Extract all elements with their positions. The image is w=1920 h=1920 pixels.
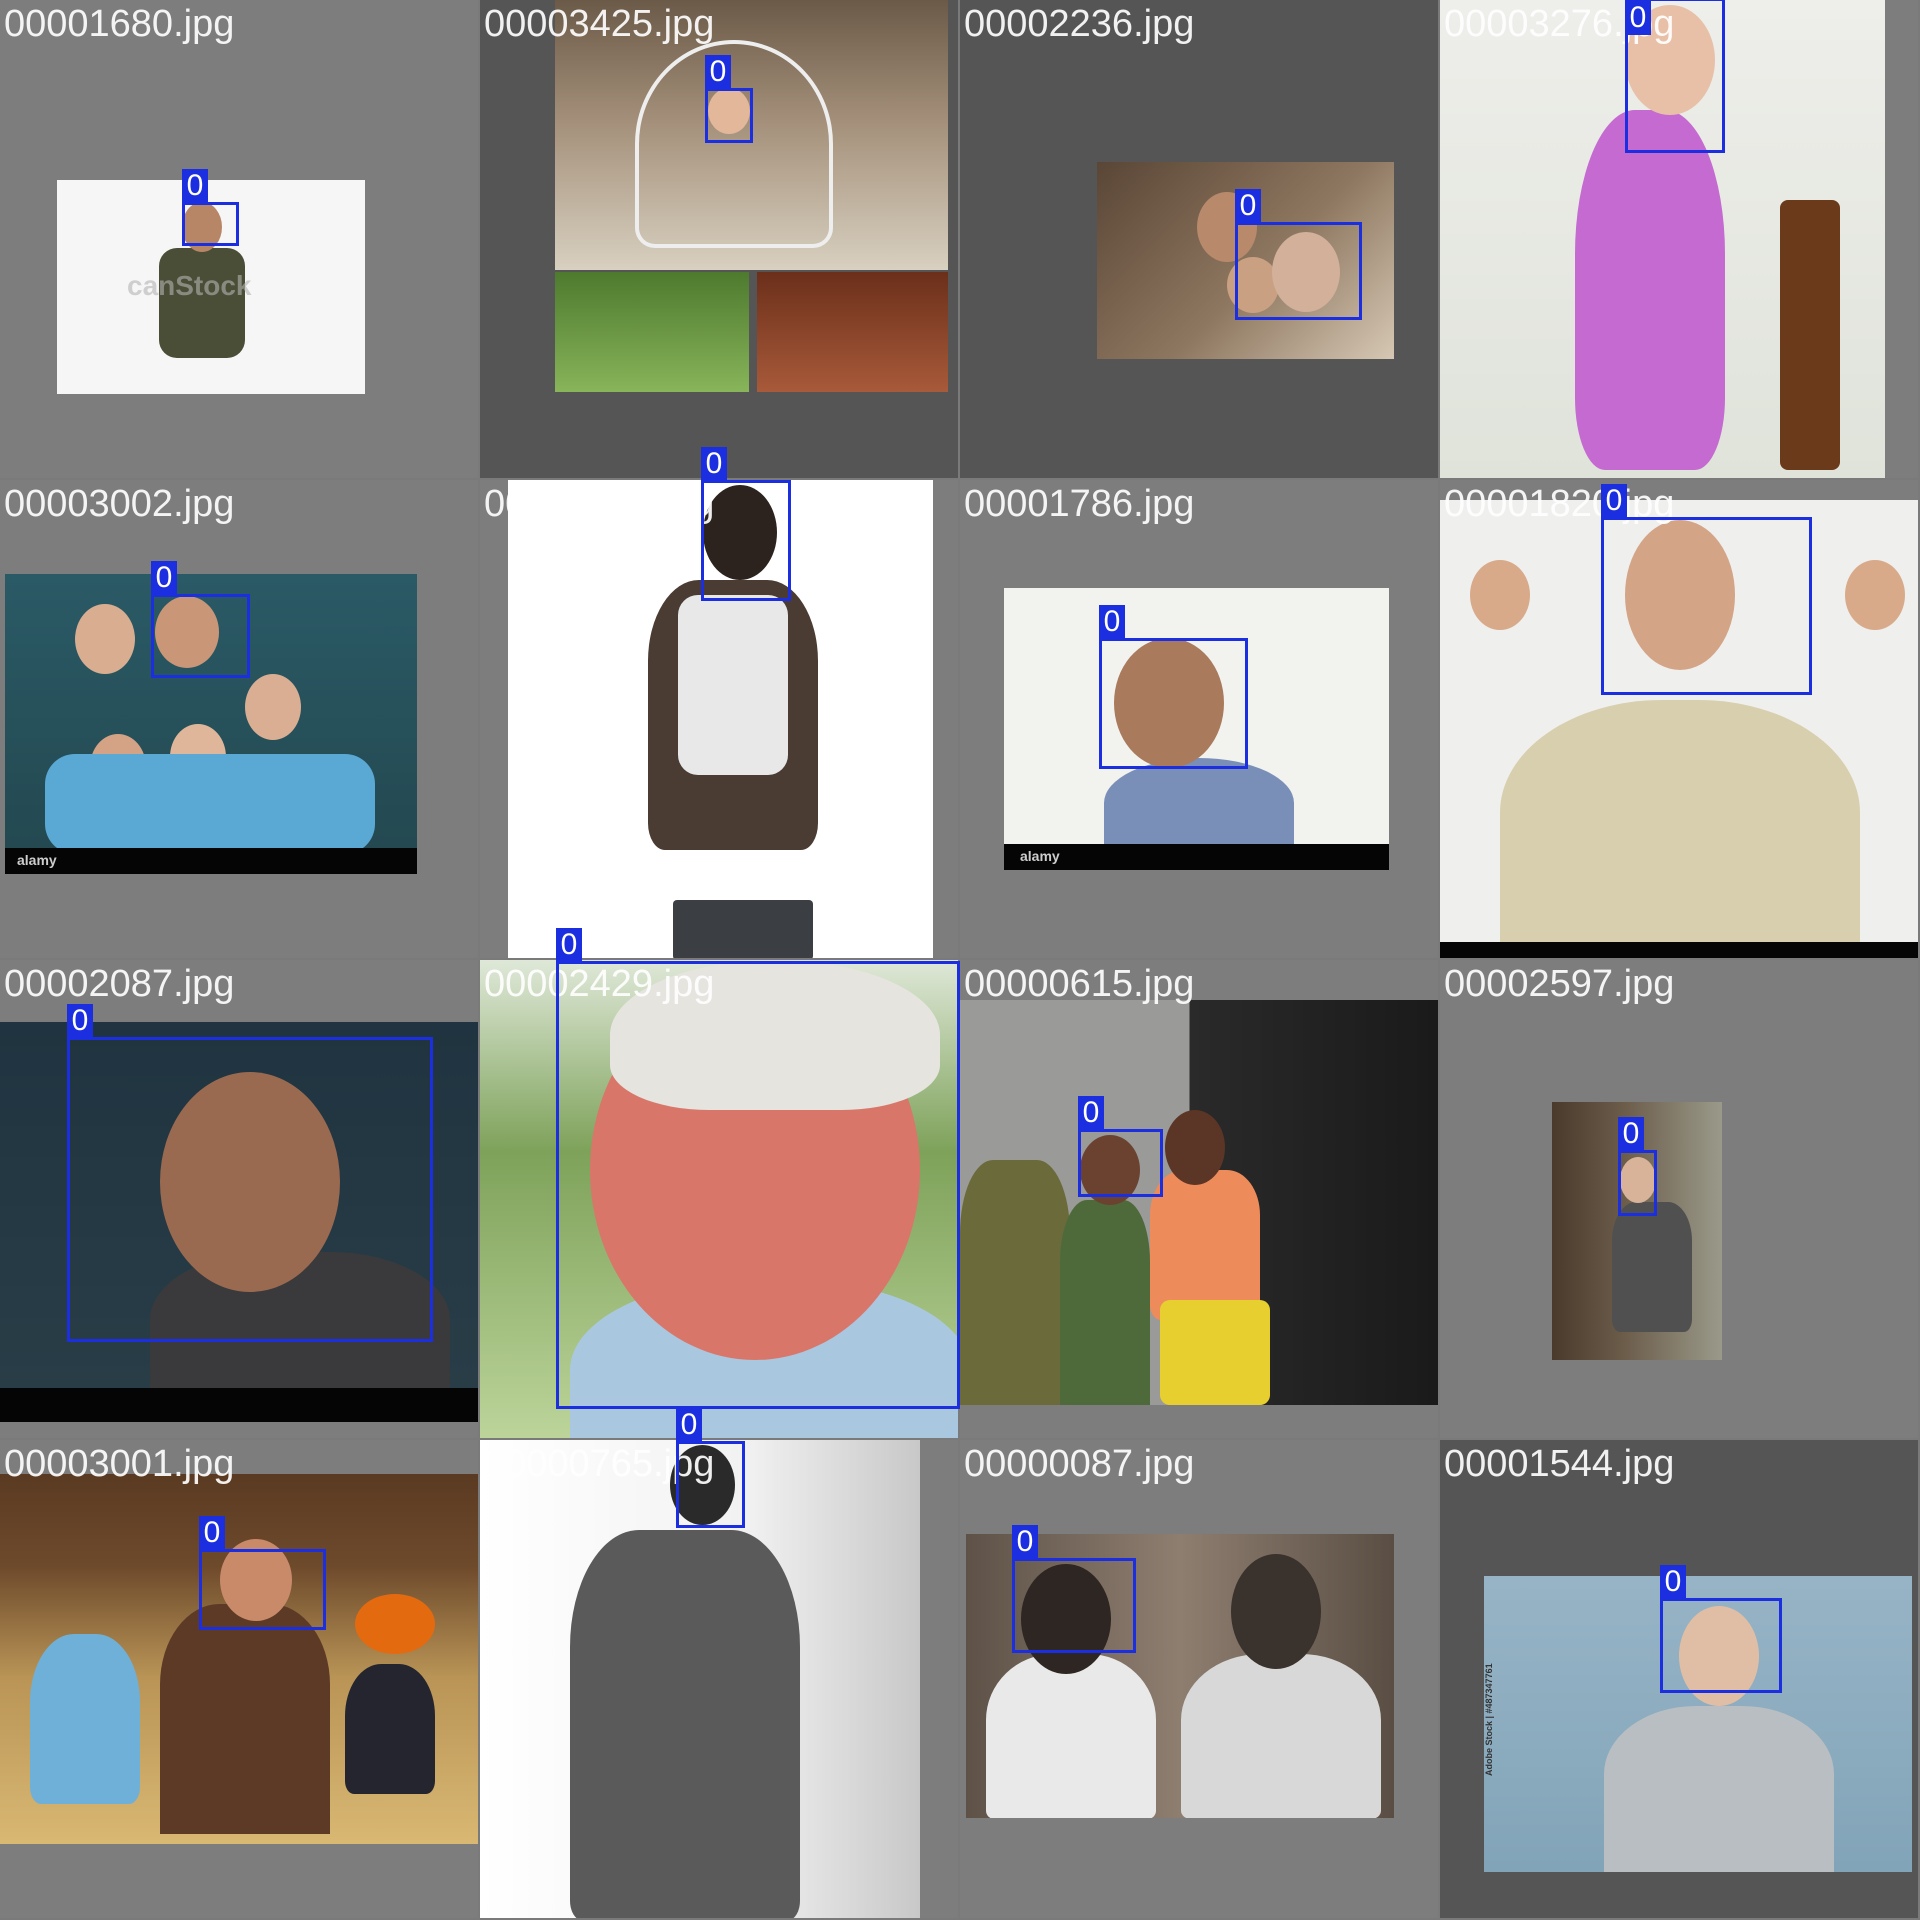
child-shirt xyxy=(45,754,375,854)
detection-box: 0 xyxy=(1601,484,1812,695)
tile-photo-bottom-right xyxy=(757,272,948,392)
man-suit xyxy=(570,1530,800,1918)
tile-00002236[interactable]: 00002236.jpg xyxy=(960,0,1438,478)
man-tshirt xyxy=(1604,1706,1834,1872)
detection-class-label: 0 xyxy=(199,1516,225,1550)
tile-photo xyxy=(0,1474,478,1844)
tile-00000615[interactable]: 00000615.jpg xyxy=(960,960,1438,1438)
tile-filename: 00001025.jpg xyxy=(484,483,715,525)
detection-box: 0 xyxy=(705,55,753,143)
trousers xyxy=(673,900,813,958)
detection-box: 0 xyxy=(1625,0,1725,153)
woman-top-right xyxy=(1181,1654,1381,1818)
man-shirt xyxy=(1104,758,1294,848)
tile-00003002[interactable]: alamy 00003002.jpg xyxy=(0,480,478,958)
carriage-frame xyxy=(635,40,833,248)
woman-top-orange xyxy=(1150,1170,1260,1320)
detection-class-label: 0 xyxy=(676,1408,702,1442)
detection-box: 0 xyxy=(676,1408,745,1528)
detection-class-label: 0 xyxy=(1099,605,1125,639)
tile-filename: 00001680.jpg xyxy=(4,3,235,45)
woman-skirt-yellow xyxy=(1160,1300,1270,1405)
watermark-bar: alamy xyxy=(1004,844,1389,870)
detection-class-label: 0 xyxy=(1660,1565,1686,1599)
tile-filename: 00002087.jpg xyxy=(4,963,235,1005)
detection-class-label: 0 xyxy=(67,1004,93,1038)
watermark-bar: alamy xyxy=(5,848,417,874)
bottom-bar xyxy=(1440,942,1918,958)
detection-box: 0 xyxy=(1078,1096,1163,1197)
baby-left xyxy=(30,1634,140,1804)
person-shirt xyxy=(159,248,245,358)
child-head xyxy=(245,674,301,740)
detection-box: 0 xyxy=(1099,605,1248,769)
detection-class-label: 0 xyxy=(701,447,727,481)
tile-00002597[interactable]: 00002597.jpg xyxy=(1440,960,1918,1438)
tile-photo xyxy=(960,1000,1438,1405)
tile-filename: 00001544.jpg xyxy=(1444,1443,1675,1485)
detection-box: 0 xyxy=(151,561,250,678)
tile-filename: 00002597.jpg xyxy=(1444,963,1675,1005)
image-grid: canStock 00001680.jpg 00003425.jpg 00002… xyxy=(0,0,1920,1920)
tile-filename: 00000615.jpg xyxy=(964,963,1195,1005)
child-head xyxy=(75,604,135,674)
detection-class-label: 0 xyxy=(182,169,208,203)
child-dress xyxy=(1575,110,1725,470)
watermark-bar xyxy=(0,1388,478,1422)
detection-box: 0 xyxy=(1618,1117,1657,1216)
man-shirt xyxy=(1500,700,1860,942)
man-jacket xyxy=(160,1604,330,1834)
detection-box: 0 xyxy=(1012,1525,1136,1653)
detection-box: 0 xyxy=(1235,189,1362,320)
detection-box: 0 xyxy=(556,928,960,1409)
chair xyxy=(1780,200,1840,470)
detection-box: 0 xyxy=(67,1004,433,1342)
watermark-alamy: alamy xyxy=(17,852,57,868)
detection-class-label: 0 xyxy=(705,55,731,89)
baby-right xyxy=(345,1664,435,1794)
raised-fist-right xyxy=(1845,560,1905,630)
tank-top xyxy=(678,595,788,775)
detection-class-label: 0 xyxy=(1618,1117,1644,1151)
woman-head-right xyxy=(1231,1554,1321,1669)
detection-class-label: 0 xyxy=(1625,1,1651,35)
woman-head xyxy=(1165,1110,1225,1185)
tile-filename: 00001786.jpg xyxy=(964,483,1195,525)
detection-class-label: 0 xyxy=(1078,1096,1104,1130)
detection-class-label: 0 xyxy=(1012,1525,1038,1559)
tile-00003001[interactable]: 00003001.jpg xyxy=(0,1440,478,1918)
tile-00000087[interactable]: 00000087.jpg xyxy=(960,1440,1438,1918)
woman-top-left xyxy=(986,1654,1156,1818)
watermark-alamy: alamy xyxy=(1020,848,1060,864)
detection-class-label: 0 xyxy=(1601,484,1627,518)
raised-fist-left xyxy=(1470,560,1530,630)
watermark-canstock: canStock xyxy=(127,270,252,301)
tile-filename: 00003001.jpg xyxy=(4,1443,235,1485)
pumpkin xyxy=(355,1594,435,1654)
detection-class-label: 0 xyxy=(1235,189,1261,223)
tile-filename: 00002236.jpg xyxy=(964,3,1195,45)
boy-shirt xyxy=(1612,1202,1692,1332)
woman-jacket xyxy=(960,1160,1070,1405)
detection-class-label: 0 xyxy=(556,928,582,962)
woman-jacket-green xyxy=(1060,1200,1150,1405)
detection-class-label: 0 xyxy=(151,561,177,595)
tile-filename: 00003002.jpg xyxy=(4,483,235,525)
detection-box: 0 xyxy=(182,169,239,246)
detection-box: 0 xyxy=(701,447,791,601)
tile-photo-bottom-left xyxy=(555,272,749,392)
detection-box: 0 xyxy=(199,1516,326,1630)
watermark-adobe: Adobe Stock | #487347761 xyxy=(1484,1663,1494,1776)
detection-box: 0 xyxy=(1660,1565,1782,1693)
tile-filename: 00000087.jpg xyxy=(964,1443,1195,1485)
tile-00001680[interactable]: canStock 00001680.jpg xyxy=(0,0,478,478)
tile-filename: 00003425.jpg xyxy=(484,3,715,45)
